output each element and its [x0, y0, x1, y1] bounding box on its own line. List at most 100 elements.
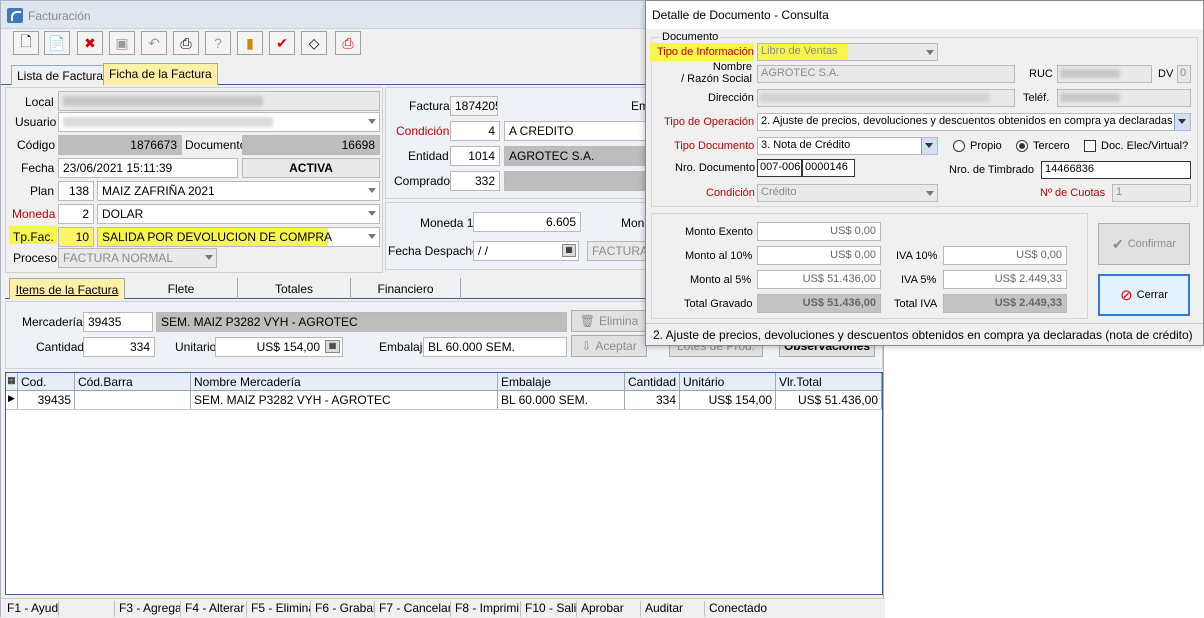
fecha-despacho-field[interactable]: / / ▦ — [473, 241, 579, 261]
items-grid: ▦ Cod. Cód.Barra Nombre Mercadería Embal… — [5, 372, 883, 595]
nro-timbrado-label: Nro. de Timbrado — [949, 164, 1034, 176]
condicion-dialog-select[interactable]: Crédito — [757, 184, 938, 202]
cell-codbarra — [75, 391, 191, 409]
grid-col-embalaje[interactable]: Embalaje — [498, 373, 625, 391]
status-f5: F5 - Elimina — [247, 601, 311, 617]
usuario-field[interactable] — [58, 112, 380, 132]
tpfac-code-field[interactable]: 10 — [58, 227, 94, 247]
exit-icon[interactable]: ▮ — [237, 31, 263, 55]
condicion-code-field[interactable]: 4 — [450, 121, 500, 141]
confirmar-button[interactable]: ✔ Confirmar — [1098, 223, 1190, 265]
print-icon[interactable]: ⎙ — [173, 31, 199, 55]
tipo-documento-select[interactable]: 3. Nota de Crédito — [757, 137, 938, 155]
entidad-code-field[interactable]: 1014 — [450, 146, 500, 166]
tpfac-label: Tp.Fac. — [13, 230, 54, 244]
condicion-dialog-label: Condición — [706, 187, 755, 199]
propio-label: Propio — [970, 140, 1002, 152]
check-icon[interactable]: ✔ — [269, 31, 295, 55]
cantidad-label: Cantidad — [36, 340, 85, 354]
grid-select-all-icon[interactable]: ▦ — [6, 373, 18, 391]
tab-lista-facturas[interactable]: Lista de Facturas — [11, 65, 116, 85]
table-row[interactable]: ▶ 39435 SEM. MAIZ P3282 VYH - AGROTEC BL… — [6, 391, 882, 410]
save-icon[interactable]: ▣ — [109, 31, 135, 55]
help-icon[interactable]: ? — [205, 31, 231, 55]
status-f3: F3 - Agrega — [115, 601, 181, 617]
cerrar-button[interactable]: ⊘ Cerrar — [1098, 274, 1190, 316]
propio-radio[interactable] — [953, 140, 965, 152]
tab-items-factura[interactable]: Items de la Factura — [9, 278, 125, 299]
embalaje-field[interactable]: BL 60.000 SEM. — [423, 337, 567, 357]
direccion-label: Dirección — [708, 92, 754, 104]
cerrar-label: Cerrar — [1136, 289, 1168, 301]
printer-alert-icon[interactable]: ⎙ — [335, 31, 361, 55]
status-badge: ACTIVA — [242, 158, 380, 178]
calculator-icon[interactable]: ▦ — [325, 340, 340, 353]
fecha-despacho-value: / / — [478, 244, 489, 258]
window-title: Facturación — [28, 9, 91, 23]
grid-col-cod[interactable]: Cod. — [18, 373, 75, 391]
documento-field: 16698 — [242, 135, 380, 155]
comprador-code-field[interactable]: 332 — [450, 171, 500, 191]
plan-select[interactable]: MAIZ ZAFRIÑA 2021 — [97, 181, 380, 201]
plan-code-field[interactable]: 138 — [58, 181, 94, 201]
dialog-title: Detalle de Documento - Consulta — [646, 1, 1203, 29]
grid-header: ▦ Cod. Cód.Barra Nombre Mercadería Embal… — [6, 373, 882, 391]
tab-ficha-factura[interactable]: Ficha de la Factura — [103, 63, 218, 85]
tpfac-select-value: SALIDA POR DEVOLUCION DE COMPRA — [102, 230, 333, 244]
entidad-value-field: AGROTEC S.A. — [504, 146, 647, 166]
cantidad-field[interactable]: 334 — [83, 337, 155, 357]
grid-col-total[interactable]: Vlr.Total — [776, 373, 882, 391]
grid-col-cantidad[interactable]: Cantidad — [625, 373, 680, 391]
new-doc-icon[interactable]: 🗋 — [13, 31, 39, 55]
tab-financiero[interactable]: Financiero — [351, 278, 461, 299]
moneda1-field[interactable]: 6.605 — [473, 212, 581, 232]
local-label: Local — [25, 95, 54, 109]
unitario-field[interactable]: US$ 154,00 ▦ — [215, 337, 343, 357]
tab-flete[interactable]: Flete — [125, 278, 238, 299]
moneda-select[interactable]: DOLAR — [97, 204, 380, 224]
calendar-icon[interactable]: ▦ — [562, 244, 576, 257]
tipo-info-select[interactable]: Libro de Ventas — [757, 43, 938, 61]
grid-col-nombre[interactable]: Nombre Mercadería — [191, 373, 498, 391]
eliminar-item-button[interactable]: 🗑 Elimina — [571, 310, 647, 332]
doc-elec-checkbox[interactable] — [1084, 140, 1096, 152]
nro-documento-prefix[interactable]: 007-006 — [757, 159, 802, 177]
moneda-code-field[interactable]: 2 — [58, 204, 94, 224]
grid-col-unitario[interactable]: Unitário — [680, 373, 776, 391]
status-f8: F8 - Imprimi — [451, 601, 521, 617]
monto-exento-field: US$ 0,00 — [757, 222, 881, 241]
monto5-label: Monto al 5% — [690, 274, 752, 286]
aceptar-item-button[interactable]: ⇩ Aceptar — [571, 335, 647, 357]
fecha-label: Fecha — [21, 161, 55, 175]
tab-totales[interactable]: Totales — [238, 278, 351, 299]
nro-documento-number[interactable]: 0000146 — [802, 159, 855, 177]
tercero-radio[interactable] — [1016, 140, 1028, 152]
dv-label: DV — [1158, 68, 1174, 80]
iva5-field: US$ 2.449,33 — [943, 270, 1067, 289]
status-f4: F4 - Alterar — [181, 601, 247, 617]
mercaderia-code-field[interactable]: 39435 — [83, 312, 153, 332]
moneda1-label: Moneda 1 — [420, 216, 474, 230]
proceso-select[interactable]: FACTURA NORMAL — [58, 248, 217, 268]
eraser-icon[interactable]: ◇ — [301, 31, 327, 55]
tipo-info-label: Tipo de Información — [657, 46, 754, 58]
unitario-label: Unitario — [175, 340, 217, 354]
undo-icon[interactable]: ↶ — [141, 31, 167, 55]
app-icon — [7, 8, 23, 23]
tipo-operacion-value: 2. Ajuste de precios, devoluciones y des… — [761, 115, 1180, 127]
local-field[interactable] — [58, 91, 380, 111]
tipo-operacion-select[interactable]: 2. Ajuste de precios, devoluciones y des… — [757, 113, 1191, 131]
cell-nombre: SEM. MAIZ P3282 VYH - AGROTEC — [191, 391, 498, 409]
cell-total: US$ 51.436,00 — [776, 391, 882, 409]
eliminar-item-label: Elimina — [598, 314, 639, 328]
fecha-field[interactable]: 23/06/2021 15:11:39 — [58, 158, 238, 178]
delete-doc-icon[interactable]: ✖ — [77, 31, 103, 55]
grid-col-codbarra[interactable]: Cód.Barra — [75, 373, 191, 391]
tpfac-select[interactable]: SALIDA POR DEVOLUCION DE COMPRA — [97, 227, 380, 247]
copy-doc-icon[interactable]: 📄 — [44, 31, 70, 55]
aceptar-item-label: Aceptar — [595, 339, 637, 353]
row-pointer-icon: ▶ — [6, 391, 18, 409]
nro-timbrado-field[interactable]: 14466836 — [1041, 161, 1191, 179]
usuario-label: Usuario — [15, 115, 57, 129]
condicion-dialog-value: Crédito — [761, 186, 797, 198]
